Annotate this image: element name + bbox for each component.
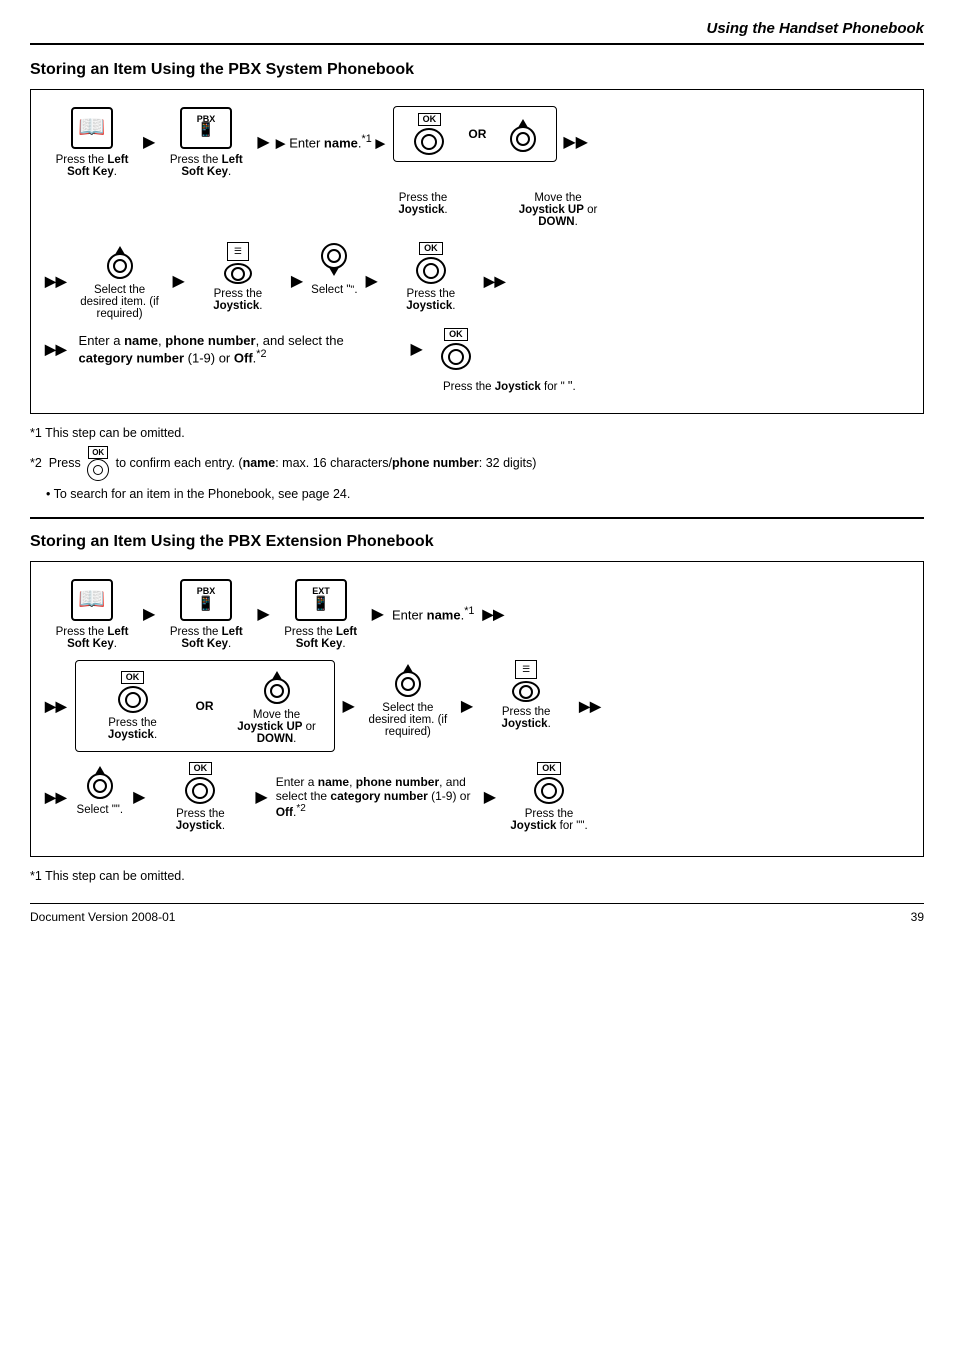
section-divider [30,517,924,519]
bullet1: • To search for an item in the Phonebook… [46,487,924,501]
step-joystick-up-1 [504,115,542,153]
s2-ok-btn: OK Press the Joystick. [88,671,178,741]
s2-row1: 📖 Press the Left Soft Key. ▶ PBX 📱 Press… [43,578,911,650]
s2-footnote1: *1 This step can be omitted. [30,869,924,883]
step-menu: ☰ Press the Joystick. [193,242,283,312]
pbx-icon: PBX 📱 [179,106,233,150]
flow-row-2: ▶▶ Select the desired item. (if required… [43,242,911,320]
s2-menu-icon: ☰ Press the Joystick. [481,660,571,730]
page-footer: Document Version 2008-01 39 [30,903,924,924]
section1-title: Storing an Item Using the PBX System Pho… [30,61,924,79]
s2-ok-row3: OK Press the Joystick. [155,762,245,832]
svg-text:📖: 📖 [78,586,105,611]
phonebook-icon: 📖 [70,106,114,150]
section1-diagram: 📖 Press the Left Soft Key. ▶ PBX 📱 Press… [30,89,924,414]
s2-step-ext: EXT 📱 Press the Left Soft Key. [276,578,366,650]
joystick-up-icon [504,115,542,153]
or-text-1: OR [468,127,486,141]
svg-text:📱: 📱 [198,595,215,612]
joystick-icon-2 [101,242,139,280]
joystick-down-icon [315,242,353,280]
arrow2: ▶ [257,132,269,152]
row1-labels: Press the Joystick. Move the Joystick UP… [43,192,911,228]
s2-pbx-icon: PBX 📱 [179,578,233,622]
footer-version: Document Version 2008-01 [30,910,175,924]
step-joystick-2: Select the desired item. (if required) [75,242,165,320]
arrow1: ▶ [143,132,155,152]
bracket-group-1: OK OR [393,106,557,162]
s2-joystick-row3-icon [81,762,119,800]
step-pbx-label: Press the Left Soft Key. [161,154,251,178]
section1-footnotes: *1 This step can be omitted. *2 Press OK… [30,426,924,501]
step-ok-3: OK [435,328,477,370]
s2-joystick-up-icon [258,667,296,705]
footer-page: 39 [911,910,924,924]
step-phonebook: 📖 Press the Left Soft Key. [47,106,137,178]
s2-row3: ▶▶ Select "". ▶ OK Press the Joystick. ▶… [43,762,911,832]
section2-footnotes: *1 This step can be omitted. [30,869,924,883]
step-ok-2: OK Press the Joystick. [386,242,476,312]
flow-row-3: ▶▶ Enter a name, phone number, and selec… [43,328,911,370]
section2-title: Storing an Item Using the PBX Extension … [30,533,924,551]
flow-row-1: 📖 Press the Left Soft Key. ▶ PBX 📱 Press… [43,106,911,178]
arrow3: ▶▶ [563,132,588,152]
step-ok-1: OK [408,113,450,155]
step-enter-name: ▶ Enter name.*1 ▶ [276,133,386,151]
s2-step-pbx: PBX 📱 Press the Left Soft Key. [161,578,251,650]
s2-joystick-row3: Select "". [77,762,124,816]
s2-ok-final: OK Press the Joystick for "". [504,762,594,832]
footnote1: *1 This step can be omitted. [30,426,924,440]
s2-row2: ▶▶ OK Press the Joystick. OR [43,660,911,752]
section2-diagram: 📖 Press the Left Soft Key. ▶ PBX 📱 Press… [30,561,924,857]
s2-joystick-up: Move the Joystick UP or DOWN. [232,667,322,745]
s2-bracket: OK Press the Joystick. OR Move the Joyst… [75,660,335,752]
footnote2: *2 Press OK to confirm each entry. (name… [30,446,924,481]
s2-ext-icon: EXT 📱 [294,578,348,622]
svg-text:📱: 📱 [312,595,329,612]
s2-phonebook-icon: 📖 [70,578,114,622]
s2-joystick-select: Select the desired item. (if required) [363,660,453,738]
step-pbx: PBX 📱 Press the Left Soft Key. [161,106,251,178]
s2-joystick-select-icon [389,660,427,698]
svg-text:📱: 📱 [198,121,215,138]
s2-step-phonebook: 📖 Press the Left Soft Key. [47,578,137,650]
step-joystick-down: Select "". [311,242,357,296]
svg-text:📖: 📖 [78,114,105,139]
page-header: Using the Handset Phonebook [30,20,924,45]
step-phonebook-label: Press the Left Soft Key. [47,154,137,178]
